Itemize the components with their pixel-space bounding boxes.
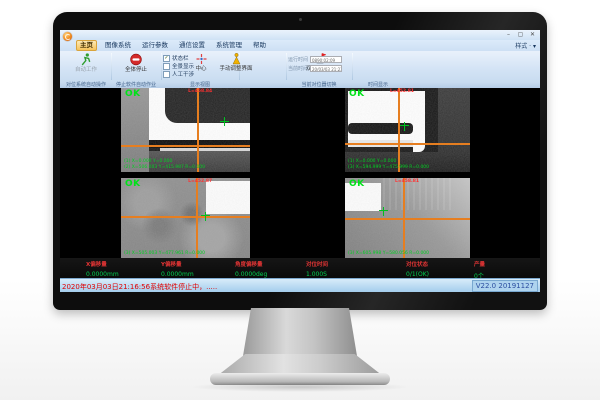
run-time-field[interactable]: 0890:02:09 [310,56,342,63]
cam3-crosshair-h [121,216,250,218]
tab-image-system[interactable]: 图像系统 [102,41,134,50]
cam1-coordinates: (1) X=0.000 Y=0.000 (2) X=506.003 Y=415.… [124,159,205,171]
cam2-mark-cross-icon [400,125,409,126]
cam1-mark-cross-icon [220,121,229,122]
time-display-group: 运行时间 0890:02:09 当前时间 20/03/03 21:23:42 [288,55,342,73]
cam1-measure-tag: L=458.84 [188,89,212,94]
tab-run-params[interactable]: 运行参数 [139,41,171,50]
auto-work-label: 自动工作 [66,68,106,74]
cam3-mark-cross-icon [201,215,210,216]
cam4-mark-cross-icon [383,207,384,216]
screen: – ▢ ✕ 主页 图像系统 运行参数 通信设置 系统管理 帮助 样式 · ▾ 自… [60,30,540,292]
status-bar: 2020年03月03日21:16:56系统软件停止中，..... V22.0 2… [60,278,540,292]
manual-adjust-label: 手动调整界面 [212,67,260,73]
cam2-measure-tag: L=452.81 [390,89,414,94]
cam1-ok-badge: OK [125,89,141,99]
ribbon-tab-row: 主页 图像系统 运行参数 通信设置 系统管理 帮助 [60,40,540,51]
cam3-ok-badge: OK [125,179,141,189]
cam1-crosshair-h [121,145,250,147]
stop-icon [130,53,142,66]
group-divider [111,53,112,80]
window-maximize-button[interactable]: ▢ [515,31,526,39]
cam4-mark-cross-icon [379,210,388,211]
stop-all-button[interactable]: 全体停止 [115,52,157,74]
cam3-white-square [206,181,250,214]
person-icon [231,53,242,65]
tab-help[interactable]: 帮助 [250,41,269,50]
camera-view-3[interactable]: OK L=452.87 (3) X=505.003 Y=477.961 R=0.… [121,178,250,258]
version-badge: V22.0 20191127 [472,280,538,292]
camera-view-1[interactable]: OK L=458.84 (1) X=0.000 Y=0.000 (2) X=50… [121,88,250,172]
tab-system-admin[interactable]: 系统管理 [213,41,245,50]
checkbox-empty-icon [163,71,170,78]
tab-home[interactable]: 主页 [76,40,97,51]
cam1-mark-cross-icon [224,117,225,126]
current-time-field[interactable]: 20/03/03 21:23:42 [310,65,342,72]
group-divider [286,53,287,80]
cam2-ok-badge: OK [349,89,365,99]
metric-angle-offset: 角度偏移量0.0000deg [235,260,267,278]
cam3-measure-tag: L=452.87 [188,179,212,184]
run-time-label: 运行时间 [288,56,308,63]
group-divider [352,53,353,80]
metrics-row: X偏移量0.0000mm Y偏移量0.0000mm 角度偏移量0.0000deg… [60,258,540,278]
crosshair-icon [196,53,207,65]
app-logo-icon[interactable] [63,32,72,41]
runner-icon [80,53,92,66]
monitor-shadow [190,382,410,392]
monitor-stand-neck [243,308,357,356]
group-divider [161,53,162,80]
auto-work-button[interactable]: 自动工作 [66,52,106,74]
status-message: 2020年03月03日21:16:56系统软件停止中，..... [62,282,217,292]
window-close-button[interactable]: ✕ [527,31,538,39]
cam2-mark-cross-icon [404,122,405,131]
checkbox-empty-icon [163,63,170,70]
tab-comm-settings[interactable]: 通信设置 [176,41,208,50]
style-menu[interactable]: 样式 · ▾ [515,41,536,50]
statusbar-checkbox-label: 状态栏 [172,54,189,62]
manual-adjust-button[interactable]: 手动调整界面 [212,52,260,73]
center-button[interactable]: 中心 [190,52,212,73]
metric-align-status: 对位状态0/1(OK) [406,260,429,278]
metric-y-offset: Y偏移量0.0000mm [161,260,194,278]
cam3-coordinates: (3) X=505.003 Y=477.961 R=0.000 [124,251,205,257]
ribbon: 自动工作 全体停止 ✓ 状态栏 全景显示 人工干涉 [60,51,540,82]
cam2-crosshair-h [345,143,470,145]
current-time-label: 当前时间 [288,65,308,72]
metric-align-time: 对位时间1.000S [306,260,328,278]
titlebar [60,30,540,40]
cam4-crosshair-h [345,218,470,220]
cam2-coordinates: (1) X=0.000 Y=0.000 (3) X=594.999 Y=475.… [348,159,429,171]
cam3-crosshair-v [196,178,198,258]
checkbox-checked-icon: ✓ [163,55,170,62]
metric-x-offset: X偏移量0.0000mm [86,260,119,278]
cam4-measure-tag: L=458.81 [395,179,419,184]
webcam-icon [299,18,302,21]
cam4-coordinates: (3) X=605.998 Y=580.056 R=0.000 [348,251,429,257]
metric-output-count: 产量0个 [474,260,485,280]
window-minimize-button[interactable]: – [503,31,514,39]
camera-view-2[interactable]: OK L=452.81 (1) X=0.000 Y=0.000 (3) X=59… [345,88,470,172]
camera-view-4[interactable]: OK L=458.81 (3) X=605.998 Y=580.056 R=0.… [345,178,470,258]
cam4-ok-badge: OK [349,179,365,189]
center-button-label: 中心 [190,67,212,73]
stop-all-label: 全体停止 [115,68,157,74]
camera-view-area: OK L=458.84 (1) X=0.000 Y=0.000 (2) X=50… [60,88,540,258]
cam3-mark-cross-icon [205,212,206,221]
